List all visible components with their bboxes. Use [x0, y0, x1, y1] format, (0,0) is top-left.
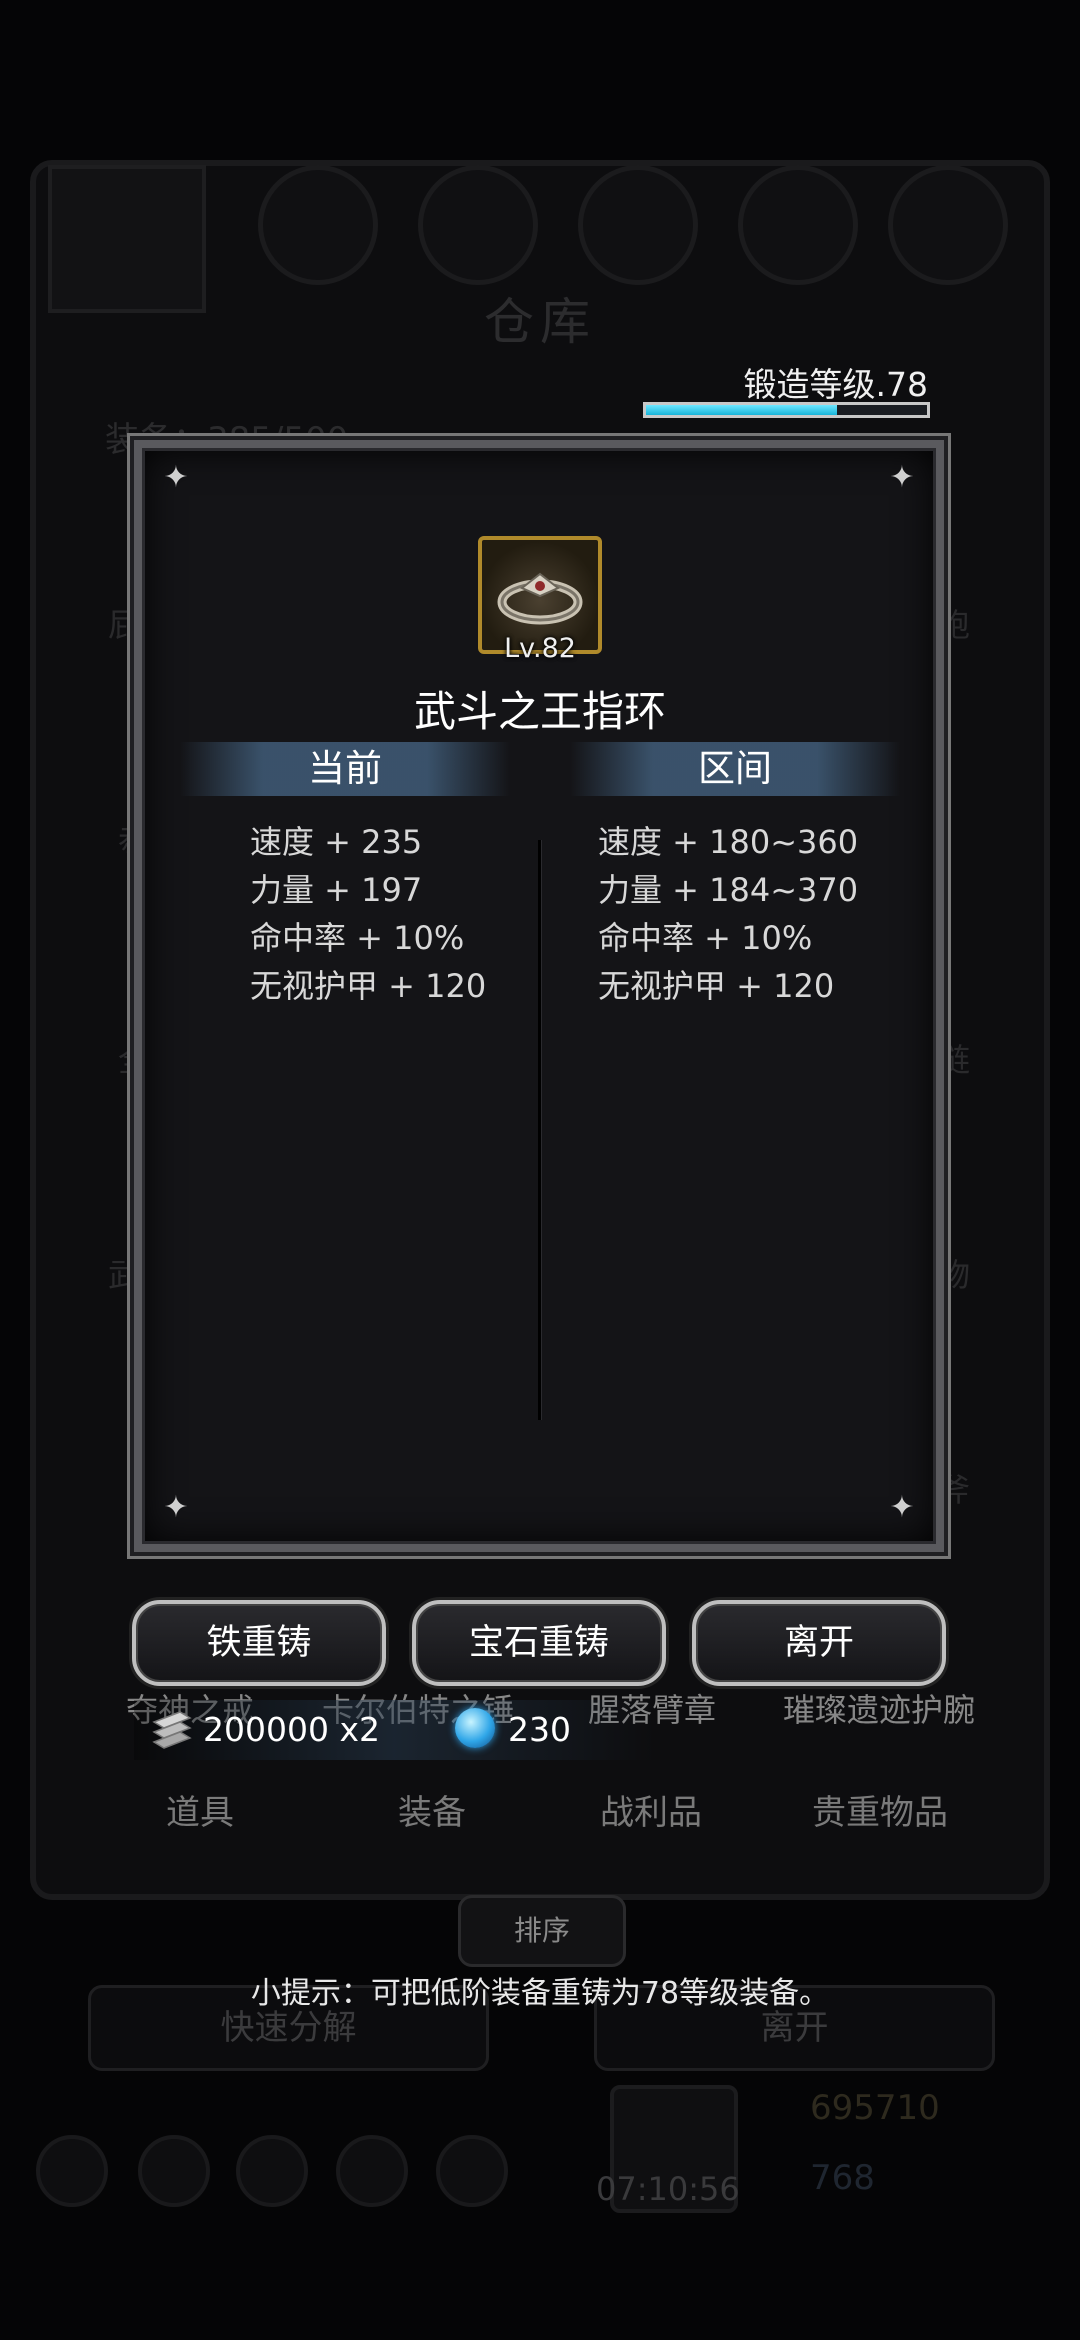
bg-slot-icon [738, 165, 858, 285]
current-header: 当前 [308, 747, 382, 790]
bg-menu-icon[interactable] [236, 2135, 308, 2207]
range-stat: 速度 + 180~360 [598, 823, 859, 861]
bg-menu-icon[interactable] [436, 2135, 508, 2207]
tab-equipment[interactable]: 装备 [398, 1785, 466, 1834]
gem-cost: 230 [508, 1710, 571, 1749]
bg-item-name[interactable]: 璀璨遗迹护腕 [783, 1685, 975, 1731]
tip-text: 小提示：可把低阶装备重铸为78等级装备。 [250, 1976, 830, 2011]
forge-progress-bar [643, 402, 930, 418]
current-stat: 力量 + 197 [250, 871, 423, 909]
column-divider [538, 840, 541, 1420]
tab-items[interactable]: 道具 [166, 1785, 234, 1834]
range-header: 区间 [698, 747, 772, 790]
blue-gem-icon [455, 1708, 495, 1748]
corner-sparkle-icon: ✦ [163, 460, 189, 495]
forge-progress-fill [646, 405, 838, 415]
iron-cost: 200000 x2 [203, 1710, 380, 1749]
bg-slot-icon [578, 165, 698, 285]
current-stat: 命中率 + 10% [250, 919, 465, 957]
bg-menu-icon[interactable] [138, 2135, 210, 2207]
current-stat: 速度 + 235 [250, 823, 423, 861]
bg-slot-icon [418, 165, 538, 285]
background-title: 仓库 [484, 293, 596, 351]
corner-sparkle-icon: ✦ [163, 1490, 189, 1525]
iron-ingot-icon [150, 1708, 194, 1750]
range-stat: 无视护甲 + 120 [598, 967, 835, 1005]
bg-menu-icon[interactable] [336, 2135, 408, 2207]
range-stat: 命中率 + 10% [598, 919, 813, 957]
item-level: Lv.82 [504, 633, 576, 664]
bg-menu-icon[interactable] [36, 2135, 108, 2207]
countdown-timer: 07:10:56 [596, 2170, 740, 2208]
item-name: 武斗之王指环 [413, 687, 666, 736]
iron-reforge-button[interactable]: 铁重铸 [132, 1600, 386, 1686]
forge-level-label: 锻造等级.78 [743, 365, 928, 404]
tab-valuables[interactable]: 贵重物品 [812, 1785, 948, 1834]
gold-amount: 695710 [810, 2088, 940, 2128]
range-stat: 力量 + 184~370 [598, 871, 859, 909]
leave-button[interactable]: 离开 [692, 1600, 946, 1686]
current-stat: 无视护甲 + 120 [250, 967, 487, 1005]
corner-sparkle-icon: ✦ [889, 1490, 915, 1525]
bg-slot-icon [258, 165, 378, 285]
corner-sparkle-icon: ✦ [889, 460, 915, 495]
bg-slot-icon [888, 165, 1008, 285]
tab-loot[interactable]: 战利品 [600, 1785, 702, 1834]
sort-button[interactable]: 排序 [458, 1895, 626, 1967]
gem-reforge-button[interactable]: 宝石重铸 [412, 1600, 666, 1686]
gem-amount: 768 [810, 2158, 875, 2198]
